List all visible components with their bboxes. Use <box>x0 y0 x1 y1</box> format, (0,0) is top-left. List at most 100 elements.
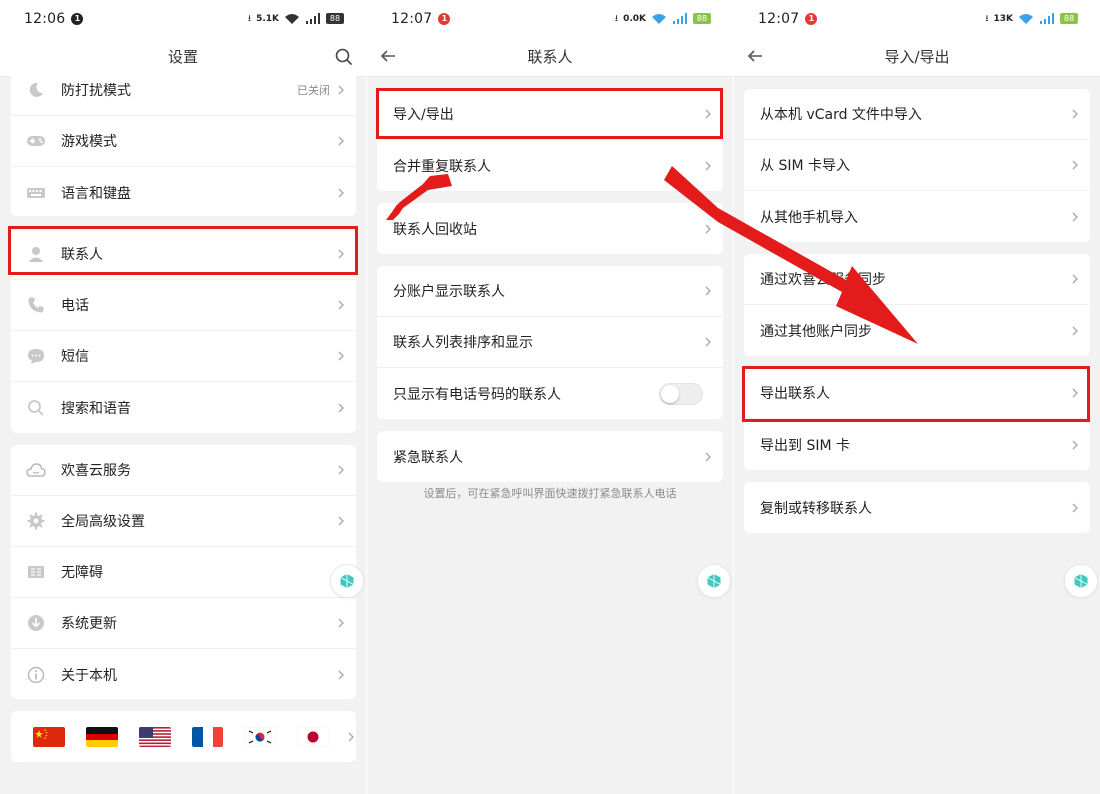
contacts-item-accounts-display[interactable]: 分账户显示联系人 <box>377 266 723 317</box>
chevron-right-icon <box>1072 109 1078 119</box>
contacts-item-merge[interactable]: 合并重复联系人 <box>377 140 723 191</box>
settings-item-label: 搜索和语音 <box>61 400 131 417</box>
import-group: 从本机 vCard 文件中导入 从 SIM 卡导入 从其他手机导入 <box>744 89 1090 242</box>
contacts-item-recycle-bin[interactable]: 联系人回收站 <box>377 203 723 254</box>
chevron-right-icon <box>338 403 344 412</box>
export-item-label: 导出联系人 <box>760 386 830 402</box>
signal-icon <box>306 12 320 24</box>
settings-item-update[interactable]: 系统更新 <box>11 598 356 649</box>
copy-item-transfer[interactable]: 复制或转移联系人 <box>744 482 1090 533</box>
battery-icon: 88 <box>693 13 711 24</box>
chevron-right-icon[interactable] <box>346 731 356 743</box>
settings-item-dnd[interactable]: 防打扰模式 已关闭 <box>11 65 356 116</box>
back-arrow-icon[interactable] <box>744 45 766 67</box>
signal-icon <box>673 12 687 24</box>
settings-item-language[interactable]: 语言和键盘 <box>11 167 356 216</box>
contacts-item-emergency[interactable]: 紧急联系人 <box>377 431 723 482</box>
china-flag-icon[interactable] <box>33 726 65 747</box>
chevron-right-icon <box>338 249 344 259</box>
export-item-contacts[interactable]: 导出联系人 <box>744 368 1090 419</box>
contacts-item-label: 分账户显示联系人 <box>393 284 505 300</box>
network-speed: 0.0K <box>623 13 646 24</box>
import-item-label: 从其他手机导入 <box>760 209 858 226</box>
back-arrow-icon[interactable] <box>377 45 399 67</box>
moon-icon <box>26 80 46 100</box>
contacts-item-import-export[interactable]: 导入/导出 <box>377 89 723 140</box>
page-title: 联系人 <box>527 48 573 66</box>
floating-assistant-button[interactable] <box>1064 564 1098 598</box>
settings-item-game[interactable]: 游戏模式 <box>11 116 356 167</box>
settings-item-contacts[interactable]: 联系人 <box>11 229 356 280</box>
korea-flag-icon[interactable] <box>244 726 277 747</box>
settings-item-sms[interactable]: 短信 <box>11 331 356 382</box>
status-time: 12:07 <box>391 10 433 27</box>
chevron-right-icon <box>705 337 711 347</box>
page-title: 设置 <box>167 48 198 66</box>
settings-item-advanced[interactable]: 全局高级设置 <box>11 496 356 547</box>
chevron-right-icon <box>338 670 344 679</box>
notification-badge: 1 <box>438 12 451 25</box>
chevron-right-icon <box>338 516 344 526</box>
chevron-right-icon <box>1072 160 1078 170</box>
chevron-right-icon <box>1072 212 1078 221</box>
japan-flag-icon[interactable] <box>297 726 330 747</box>
settings-item-label: 短信 <box>61 349 89 365</box>
contacts-group-emergency: 紧急联系人 <box>377 431 723 482</box>
download-speed-icon: ⭳ <box>614 13 619 24</box>
copy-group: 复制或转移联系人 <box>744 482 1090 533</box>
download-icon <box>26 613 46 633</box>
sync-item-cloud[interactable]: 通过欢喜云服务同步 <box>744 254 1090 305</box>
floating-assistant-button[interactable] <box>697 564 731 598</box>
wifi-icon <box>285 13 299 24</box>
status-time: 12:06 <box>24 10 66 27</box>
contacts-settings-screen: 12:07 1 ⭳ 0.0K 88 联系人 导入/导出 合并重复联系人 联系人回… <box>367 0 733 794</box>
info-icon <box>26 665 46 685</box>
search-icon <box>26 398 46 418</box>
cube-icon <box>707 574 721 588</box>
keyboard-icon <box>26 183 46 203</box>
sync-item-other-accounts[interactable]: 通过其他账户同步 <box>744 305 1090 356</box>
import-item-other-phone[interactable]: 从其他手机导入 <box>744 191 1090 242</box>
export-group: 导出联系人 导出到 SIM 卡 <box>744 368 1090 470</box>
settings-item-label: 系统更新 <box>61 616 117 632</box>
contacts-group-recycle: 联系人回收站 <box>377 203 723 254</box>
settings-item-accessibility[interactable]: 无障碍 <box>11 547 356 598</box>
network-speed: 13K <box>993 13 1014 24</box>
wifi-icon <box>652 13 666 24</box>
import-item-sim[interactable]: 从 SIM 卡导入 <box>744 140 1090 191</box>
phone-icon <box>26 295 46 315</box>
settings-item-label: 全局高级设置 <box>61 514 145 530</box>
settings-item-label: 无障碍 <box>61 565 103 581</box>
settings-group-general: 防打扰模式 已关闭 游戏模式 语言和键盘 <box>11 65 356 216</box>
germany-flag-icon[interactable] <box>85 726 118 747</box>
floating-assistant-button[interactable] <box>330 564 364 598</box>
phone-only-toggle[interactable] <box>659 382 703 405</box>
settings-item-phone[interactable]: 电话 <box>11 280 356 331</box>
chevron-right-icon <box>338 618 344 628</box>
chevron-right-icon <box>338 188 344 197</box>
settings-item-about[interactable]: 关于本机 <box>11 649 356 699</box>
usa-flag-icon[interactable] <box>138 726 171 747</box>
chevron-right-icon <box>705 161 711 170</box>
chevron-right-icon <box>1072 274 1078 284</box>
download-speed-icon: ⭳ <box>985 13 989 24</box>
contacts-item-label: 联系人回收站 <box>393 221 477 238</box>
sync-item-label: 通过欢喜云服务同步 <box>760 272 886 288</box>
settings-item-label: 防打扰模式 <box>61 83 131 99</box>
contacts-item-label: 只显示有电话号码的联系人 <box>393 386 561 403</box>
settings-item-cloud[interactable]: 欢喜云服务 <box>11 445 356 496</box>
accessibility-icon <box>26 562 46 582</box>
wifi-icon <box>1019 13 1033 24</box>
settings-item-search-voice[interactable]: 搜索和语音 <box>11 382 356 433</box>
france-flag-icon[interactable] <box>191 726 224 747</box>
message-icon <box>26 346 46 366</box>
chevron-right-icon <box>705 286 711 296</box>
network-speed: 5.1K <box>256 13 279 24</box>
dnd-status: 已关闭 <box>297 84 330 97</box>
contacts-item-sort-display[interactable]: 联系人列表排序和显示 <box>377 317 723 368</box>
settings-item-label: 欢喜云服务 <box>61 463 131 479</box>
chevron-right-icon <box>338 465 344 475</box>
export-item-sim[interactable]: 导出到 SIM 卡 <box>744 419 1090 470</box>
battery-icon: 88 <box>326 13 344 24</box>
import-item-vcard[interactable]: 从本机 vCard 文件中导入 <box>744 89 1090 140</box>
